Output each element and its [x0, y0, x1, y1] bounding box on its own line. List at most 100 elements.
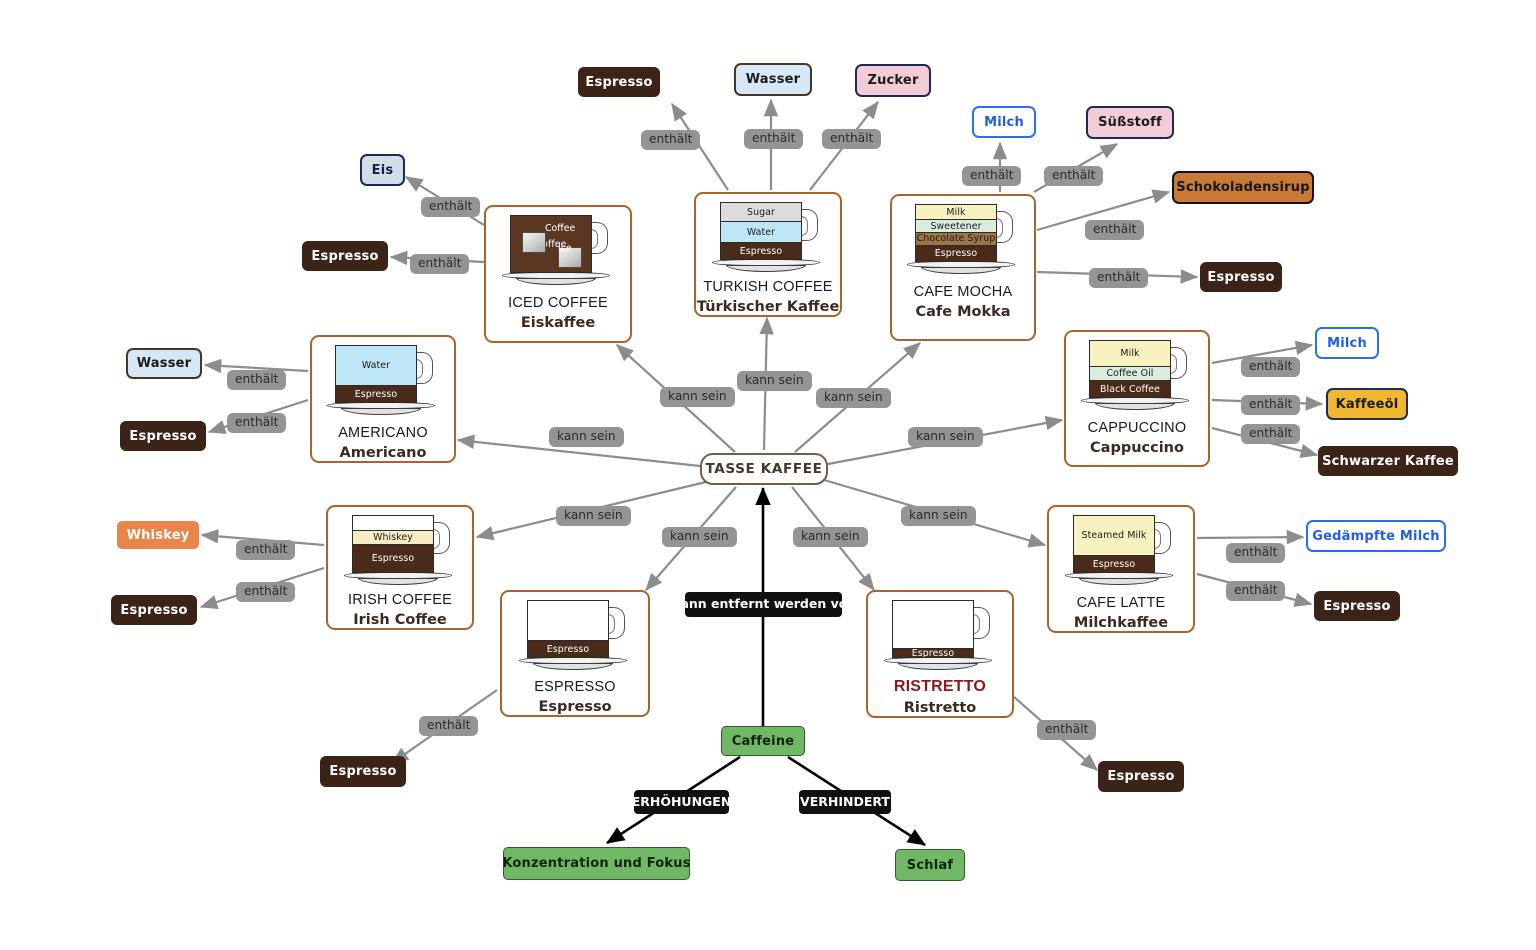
cup-body: Milk Sweetener Chocolate Syrup Espresso: [915, 204, 997, 262]
cup-icon-iced: Coffee Coffee Ice: [502, 215, 614, 293]
cup-layer-mocha-0: Milk: [916, 205, 996, 220]
saucer-icon: [1081, 397, 1189, 410]
cup-float-label-iced-1: Ice: [558, 243, 572, 254]
saucer-icon: [327, 402, 435, 415]
drink-card-iced[interactable]: Coffee Coffee Ice ICED COFFEE Eiskaffee: [484, 205, 632, 343]
drink-name-de-turkish: Türkischer Kaffee: [696, 299, 840, 315]
cup-layer-irish-0: [353, 516, 433, 530]
edge-label-kannsein-mocha: kann sein: [816, 388, 891, 408]
chip-milch-mocha[interactable]: Milch: [972, 106, 1036, 138]
drink-name-de-irish: Irish Coffee: [353, 612, 447, 628]
edge-label-enthaelt-irish-whiskey: enthält: [236, 540, 296, 560]
drink-name-de-espresso: Espresso: [538, 699, 612, 715]
chip-espresso-americano[interactable]: Espresso: [120, 421, 206, 451]
cup-body: Steamed Milk Espresso: [1073, 515, 1155, 573]
edge-label-enthaelt-latte-milch: enthält: [1226, 543, 1286, 563]
cup-body: Espresso: [892, 600, 974, 658]
drink-card-espresso[interactable]: Espresso ESPRESSO Espresso: [500, 590, 650, 717]
hub-label: TASSE KAFFEE: [705, 461, 823, 477]
cup-layer-cappuccino-1: Coffee Oil: [1090, 365, 1170, 381]
edge-label-enthaelt-turkish-wasser: enthält: [744, 129, 804, 149]
cup-layer-mocha-2: Chocolate Syrup: [916, 232, 996, 245]
edge-label-kannsein-cappuccino: kann sein: [908, 427, 983, 447]
cup-layer-americano-1: Espresso: [336, 385, 416, 402]
cup-body: Espresso: [527, 600, 609, 658]
drink-card-latte[interactable]: Steamed Milk Espresso CAFE LATTE Milchkaffe…: [1047, 505, 1195, 633]
chip-konzentration[interactable]: Konzentration und Fokus: [502, 847, 690, 880]
cup-icon-americano: Water Espresso: [327, 345, 439, 423]
saucer-icon: [344, 572, 452, 585]
drink-name-de-latte: Milchkaffee: [1073, 615, 1169, 631]
chip-espresso-mocha[interactable]: Espresso: [1200, 262, 1282, 292]
cup-icon-turkish: Sugar Water Espresso: [712, 202, 824, 277]
cup-layer-espresso-0: [528, 601, 608, 641]
saucer-icon: [712, 259, 820, 272]
drink-name-de-americano: Americano: [339, 445, 427, 461]
edge-label-kannsein-turkish: kann sein: [737, 371, 812, 391]
edge-label-enthaelt-irish-espresso: enthält: [236, 582, 296, 602]
cup-body: Whiskey Espresso: [352, 515, 434, 573]
chip-suessstoff-mocha[interactable]: Süßstoff: [1086, 106, 1174, 139]
chip-schwarzer-kaffee[interactable]: Schwarzer Kaffee: [1318, 446, 1458, 476]
edge-label-enthaelt-capp-schwarz: enthält: [1241, 424, 1301, 444]
chip-schlaf[interactable]: Schlaf: [895, 849, 965, 881]
chip-whiskey-irish[interactable]: Whiskey: [117, 521, 199, 549]
ice-cube-icon: [522, 232, 546, 253]
relation-label-erhoehungen: ERHÖHUNGEN: [632, 790, 731, 814]
cup-layer-turkish-0: Sugar: [721, 203, 801, 221]
cup-layer-mocha-3: Espresso: [916, 244, 996, 261]
cup-body: Milk Coffee Oil Black Coffee: [1089, 340, 1171, 398]
edge-label-enthaelt-capp-oel: enthält: [1241, 395, 1301, 415]
cup-layer-mocha-1: Sweetener: [916, 219, 996, 233]
hub-node-tasse-kaffee[interactable]: TASSE KAFFEE: [700, 453, 828, 485]
drink-card-ristretto[interactable]: Espresso RISTRETTO Ristretto: [866, 590, 1014, 718]
drink-card-mocha[interactable]: Milk Sweetener Chocolate Syrup Espresso CAFE…: [890, 194, 1036, 341]
chip-wasser-turkish[interactable]: Wasser: [734, 63, 812, 96]
drink-name-en-espresso: ESPRESSO: [534, 679, 616, 695]
cup-layer-latte-1: Espresso: [1074, 555, 1154, 572]
edge-label-enthaelt-ristretto-lower: enthält: [1037, 720, 1097, 740]
edge-label-enthaelt-turkish-espresso: enthält: [641, 130, 701, 150]
cup-icon-irish: Whiskey Espresso: [344, 515, 456, 590]
chip-espresso-lower[interactable]: Espresso: [320, 756, 406, 787]
edge-label-kannsein-ristretto: kann sein: [793, 527, 868, 547]
chip-milch-cappuccino[interactable]: Milch: [1315, 327, 1379, 359]
chip-espresso-latte[interactable]: Espresso: [1314, 591, 1400, 621]
chip-kaffeeoel[interactable]: Kaffeeöl: [1326, 388, 1408, 420]
edge-label-enthaelt-turkish-zucker: enthält: [822, 129, 882, 149]
edge-label-enthaelt-iced-eis: enthält: [421, 197, 481, 217]
chip-espresso-turkish[interactable]: Espresso: [578, 67, 660, 97]
chip-zucker-turkish[interactable]: Zucker: [855, 64, 931, 97]
drink-name-de-mocha: Cafe Mokka: [915, 304, 1011, 320]
cup-icon-cappuccino: Milk Coffee Oil Black Coffee: [1081, 340, 1193, 418]
edge-label-enthaelt-espresso-lower: enthält: [419, 716, 479, 736]
drink-name-en-cappuccino: CAPPUCCINO: [1087, 420, 1187, 436]
drink-card-cappuccino[interactable]: Milk Coffee Oil Black Coffee CAPPUCCINO Capp…: [1064, 330, 1210, 467]
cup-icon-espresso: Espresso: [519, 600, 631, 677]
chip-wasser-americano[interactable]: Wasser: [126, 348, 202, 379]
cup-layer-turkish-1: Water: [721, 221, 801, 242]
edge-label-enthaelt-mocha-suess: enthält: [1044, 166, 1104, 186]
chip-caffeine[interactable]: Caffeine: [721, 726, 805, 756]
chip-espresso-irish[interactable]: Espresso: [111, 595, 197, 625]
drink-name-en-ristretto: RISTRETTO: [893, 678, 987, 695]
saucer-icon: [502, 272, 610, 285]
edge-label-kannsein-espresso: kann sein: [662, 527, 737, 547]
chip-espresso-iced[interactable]: Espresso: [302, 241, 388, 271]
chip-schokoladensirup[interactable]: Schokoladensirup: [1172, 171, 1314, 204]
drink-name-en-irish: IRISH COFFEE: [348, 592, 452, 608]
drink-card-turkish[interactable]: Sugar Water Espresso TURKISH COFFEE Türkisch…: [694, 192, 842, 317]
chip-gedaempfte-milch[interactable]: Gedämpfte Milch: [1306, 520, 1446, 552]
edge-label-enthaelt-mocha-milch: enthält: [962, 166, 1022, 186]
drink-card-irish[interactable]: Whiskey Espresso IRISH COFFEE Irish Coffee: [326, 505, 474, 630]
drink-name-en-mocha: CAFE MOCHA: [913, 284, 1013, 300]
saucer-icon: [884, 657, 992, 670]
chip-eis-iced[interactable]: Eis: [360, 154, 405, 186]
cup-icon-ristretto: Espresso: [884, 600, 996, 676]
chip-espresso-ristretto[interactable]: Espresso: [1098, 761, 1184, 792]
drink-name-de-iced: Eiskaffee: [520, 315, 596, 331]
drink-card-americano[interactable]: Water Espresso AMERICANO Americano: [310, 335, 456, 463]
cup-layer-ristretto-0: [893, 601, 973, 648]
cup-layer-americano-0: Water: [336, 346, 416, 386]
cup-layer-turkish-2: Espresso: [721, 242, 801, 259]
